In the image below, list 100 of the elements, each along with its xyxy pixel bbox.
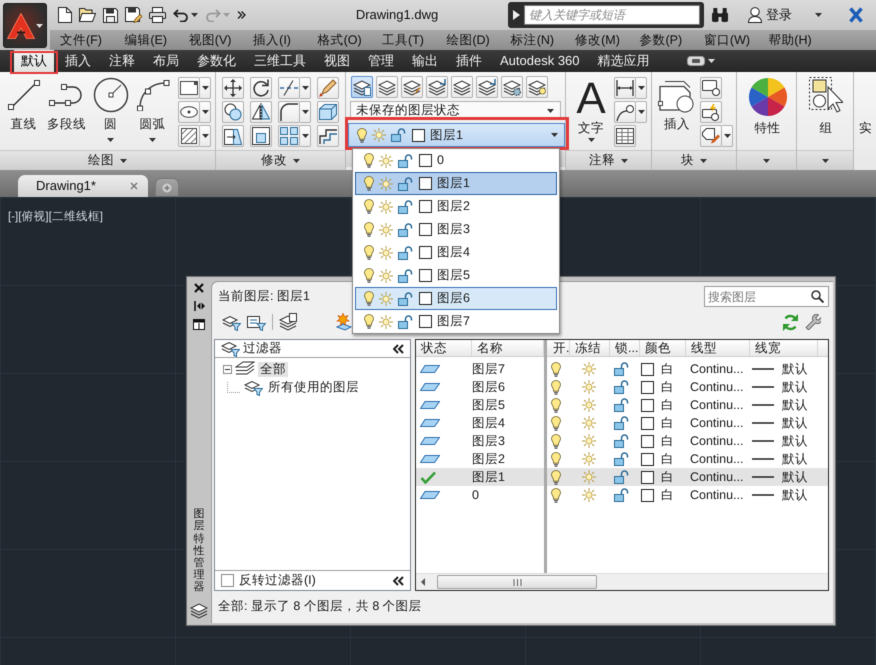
color-swatch-icon[interactable] <box>419 223 432 236</box>
sun-icon[interactable] <box>582 488 596 502</box>
tree-item[interactable]: 全部 <box>258 362 288 376</box>
layer-stack-tool-button[interactable] <box>451 76 473 98</box>
dropdown-arrow-button[interactable] <box>200 101 211 123</box>
collapse-box-icon[interactable] <box>223 364 232 374</box>
lightbulb-icon[interactable] <box>364 314 374 329</box>
menu-item[interactable]: 帮助(H) <box>768 32 833 48</box>
layer-option[interactable]: 图层2 <box>355 195 557 218</box>
lightbulb-icon[interactable] <box>551 380 561 394</box>
menu-item[interactable]: 插入(I) <box>253 32 318 48</box>
open-padlock-icon[interactable] <box>398 314 414 328</box>
open-padlock-icon[interactable] <box>398 200 414 214</box>
open-padlock-icon[interactable] <box>614 398 630 412</box>
color-swatch-icon[interactable] <box>641 362 654 376</box>
stretch-tool-button[interactable] <box>222 125 244 147</box>
layer-option[interactable]: 图层7 <box>355 310 557 333</box>
open-padlock-icon[interactable] <box>398 222 414 236</box>
panel-title-bar[interactable]: 绘图 <box>0 150 215 170</box>
menu-item[interactable]: 文件(F) <box>60 32 124 48</box>
table-row[interactable]: 0 白 Continu... 默认 <box>416 486 828 504</box>
layer-arrow-tool-button[interactable] <box>426 76 448 98</box>
viewport-controls[interactable]: [-][俯视][二维线框] <box>8 211 103 225</box>
close-icon[interactable] <box>194 283 204 293</box>
binoculars-icon[interactable] <box>712 8 728 22</box>
sun-icon[interactable] <box>379 200 393 214</box>
ribbon-tab[interactable]: 精选应用 <box>590 50 657 72</box>
lightbulb-icon[interactable] <box>551 398 561 412</box>
table-row[interactable]: 图层5 白 Continu... 默认 <box>416 396 828 414</box>
horizontal-scrollbar[interactable] <box>416 573 828 590</box>
table-row[interactable]: 图层3 白 Continu... 默认 <box>416 432 828 450</box>
hatch-tool-button[interactable] <box>178 125 200 147</box>
table-row[interactable]: 图层1 白 Continu... 默认 <box>416 468 828 486</box>
caret-icon[interactable] <box>191 13 198 17</box>
new-tab-button[interactable] <box>155 178 179 196</box>
lightbulb-icon[interactable] <box>364 245 374 260</box>
text-tool-button[interactable]: A 文字 <box>572 77 610 142</box>
ribbon-tab[interactable]: 参数化 <box>190 50 243 72</box>
color-swatch-icon[interactable] <box>419 315 432 328</box>
menu-item[interactable]: 工具(T) <box>382 32 446 48</box>
block-lightning-tool-button[interactable] <box>700 101 722 123</box>
caret-icon[interactable] <box>708 59 715 63</box>
table-row[interactable]: 图层2 白 Continu... 默认 <box>416 450 828 468</box>
dropdown-arrow-button[interactable] <box>636 77 647 99</box>
panel-title-bar[interactable]: 注释 <box>566 150 651 170</box>
refresh-icon[interactable] <box>782 314 799 330</box>
leader-tool-button[interactable] <box>614 101 636 123</box>
pencil-tool-button[interactable] <box>317 77 339 99</box>
dropdown-arrow-button[interactable] <box>200 125 211 147</box>
collapse-icon[interactable] <box>393 344 404 354</box>
color-swatch-icon[interactable] <box>641 470 654 484</box>
offset-tool-button[interactable] <box>317 125 339 147</box>
ribbon-tab[interactable]: 三维工具 <box>247 50 313 72</box>
table-row[interactable]: 图层7 白 Continu... 默认 <box>416 360 828 378</box>
ribbon-tab[interactable]: Autodesk 360 <box>493 50 587 72</box>
sun-icon[interactable] <box>379 246 393 260</box>
search-icon[interactable] <box>811 290 824 303</box>
layer-option[interactable]: 图层4 <box>355 241 557 264</box>
undo-icon[interactable] <box>173 8 189 22</box>
color-swatch-icon[interactable] <box>641 398 654 412</box>
fillet-tool-button[interactable] <box>278 101 300 123</box>
mirror-tool-button[interactable] <box>250 101 272 123</box>
color-swatch-icon[interactable] <box>641 488 654 502</box>
more-icon[interactable] <box>237 11 246 19</box>
layer-option[interactable]: 图层3 <box>355 218 557 241</box>
menu-item[interactable]: 参数(P) <box>640 32 704 48</box>
scroll-left-icon[interactable] <box>421 578 425 586</box>
color-swatch-icon[interactable] <box>641 452 654 466</box>
rectangle-tool-button[interactable] <box>178 77 200 99</box>
open-padlock-icon[interactable] <box>391 128 407 142</box>
ellipse-tool-button[interactable] <box>178 101 200 123</box>
new-file-icon[interactable] <box>58 7 72 23</box>
user-icon[interactable] <box>748 7 762 23</box>
menu-item[interactable]: 修改(M) <box>575 32 640 48</box>
color-swatch-icon[interactable] <box>641 434 654 448</box>
open-padlock-icon[interactable] <box>398 246 414 260</box>
dropdown-arrow-button[interactable] <box>200 77 211 99</box>
open-padlock-icon[interactable] <box>614 380 630 394</box>
dropdown-arrow-button[interactable] <box>300 77 311 99</box>
open-folder-icon[interactable] <box>79 8 96 22</box>
sun-icon[interactable] <box>582 416 596 430</box>
toggle-icon[interactable] <box>686 56 705 66</box>
ribbon-tab[interactable]: 插入 <box>58 50 98 72</box>
panel-title-bar[interactable]: 块 <box>652 150 736 170</box>
column-header[interactable]: 开. <box>548 340 570 356</box>
column-header[interactable]: 线型 <box>686 340 750 356</box>
settings-icon[interactable] <box>805 314 821 330</box>
lightbulb-icon[interactable] <box>551 434 561 448</box>
layer-arrow-tool-button[interactable] <box>476 76 498 98</box>
sun-icon[interactable] <box>379 268 393 282</box>
open-padlock-icon[interactable] <box>398 176 414 190</box>
line-tool-button[interactable]: 直线 <box>6 77 42 132</box>
layer-option[interactable]: 图层6 <box>355 287 557 310</box>
ribbon-tab[interactable]: 默认 <box>14 50 54 72</box>
menu-item[interactable]: 格式(O) <box>318 32 382 48</box>
dropdown-arrow-button[interactable] <box>300 125 311 147</box>
group-tool-button[interactable]: 组 <box>806 77 846 136</box>
table-row[interactable]: 图层6 白 Continu... 默认 <box>416 378 828 396</box>
ribbon-tab[interactable]: 布局 <box>146 50 186 72</box>
layer-option[interactable]: 图层1 <box>355 172 557 195</box>
